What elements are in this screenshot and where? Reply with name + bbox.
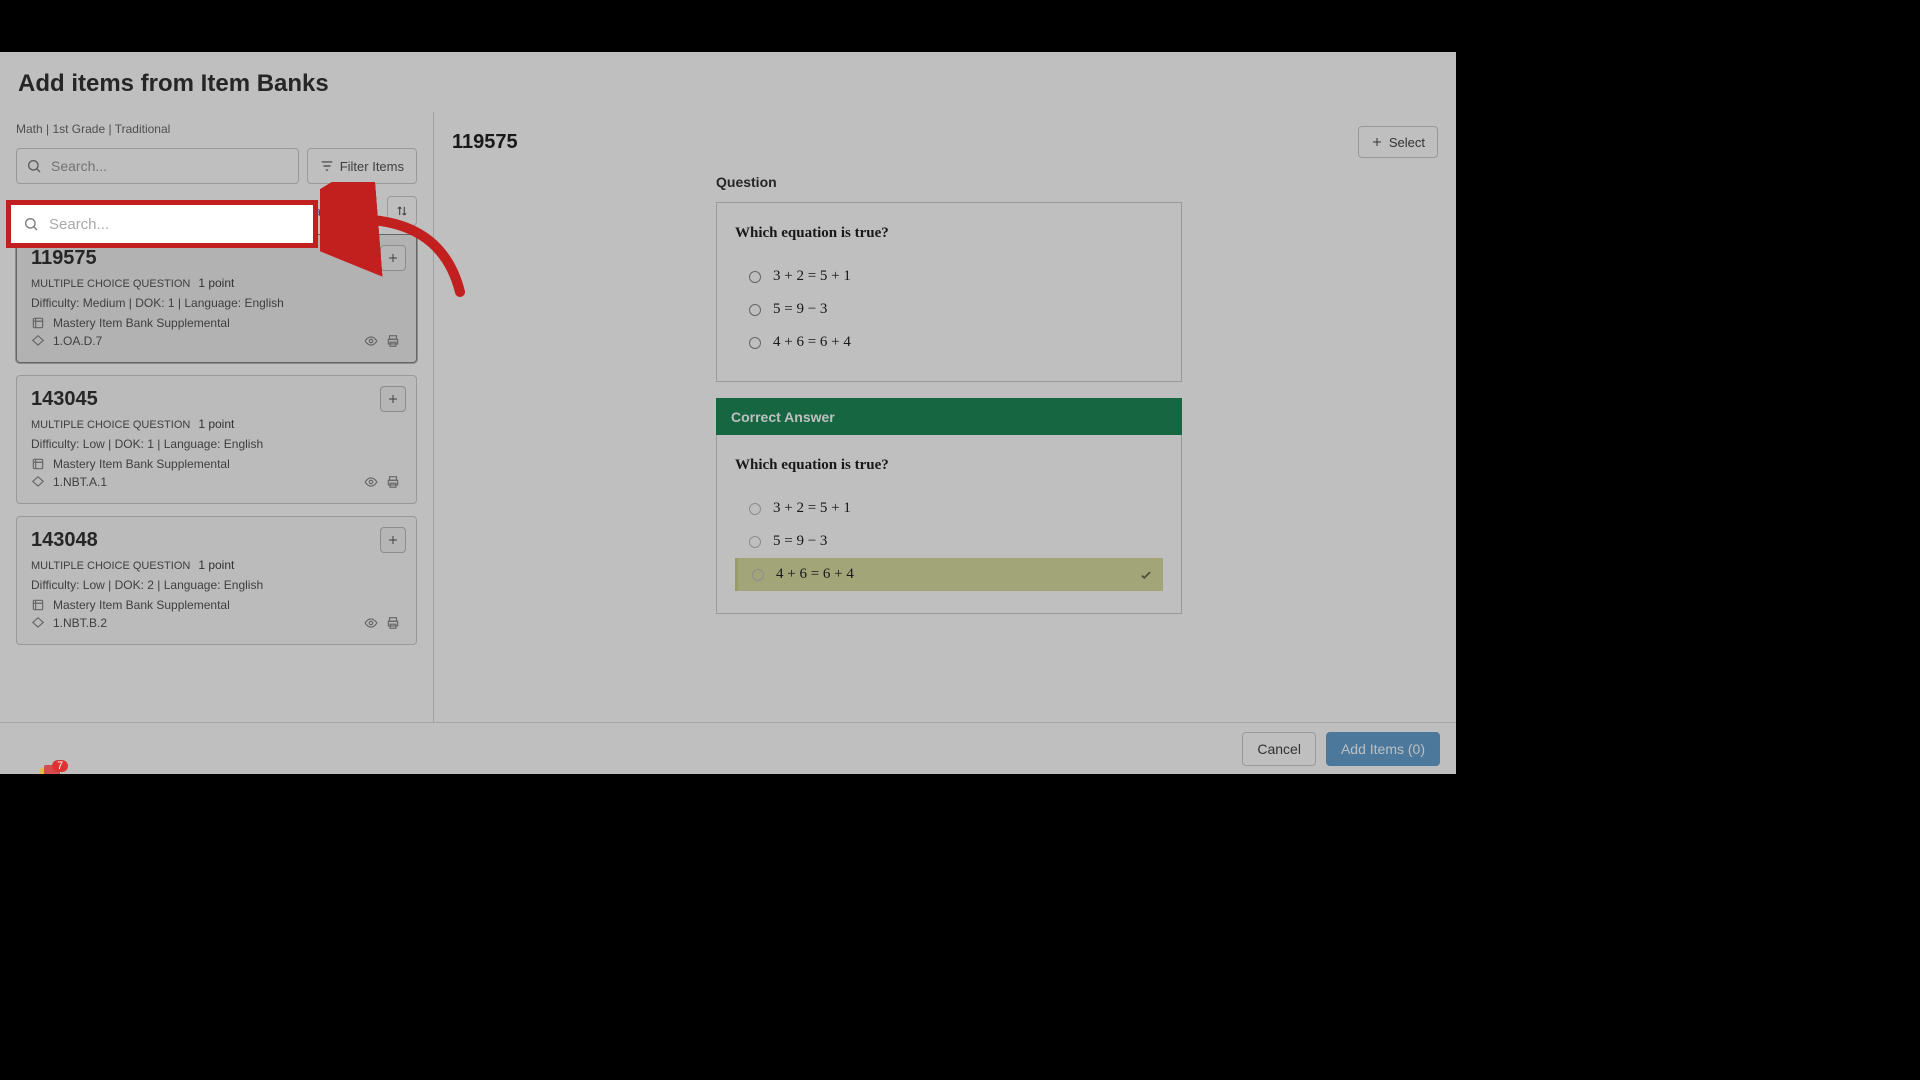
correct-answer-header: Correct Answer [716,398,1182,435]
radio-icon [749,503,761,515]
radio-icon [749,337,761,349]
clear-selection-button[interactable] [16,200,38,222]
question-option[interactable]: 4 + 6 = 6 + 4 [735,326,1163,359]
answer-option: 3 + 2 = 5 + 1 [735,492,1163,525]
option-text: 3 + 2 = 5 + 1 [773,500,851,517]
item-bank: Mastery Item Bank Supplemental [53,457,230,471]
add-items-button[interactable]: Add Items (0) [1326,732,1440,766]
chevron-down-icon [367,206,377,216]
answer-question-text: Which equation is true? [735,457,1163,474]
print-icon[interactable] [386,475,400,489]
question-text: Which equation is true? [735,225,1163,242]
search-icon [26,158,42,174]
item-id: 143045 [31,388,402,411]
option-text: 5 = 9 − 3 [773,533,827,550]
question-section-label: Question [716,174,1438,190]
item-meta: Difficulty: Medium | DOK: 1 | Language: … [31,296,402,310]
answer-option-correct: 4 + 6 = 6 + 4 [735,558,1163,591]
tag-icon [31,334,45,348]
item-points: 1 point [198,417,234,431]
add-item-button[interactable] [380,527,406,553]
question-option[interactable]: 5 = 9 − 3 [735,293,1163,326]
print-icon[interactable] [386,334,400,348]
plus-icon [387,534,399,546]
item-card[interactable]: 119575 MULTIPLE CHOICE QUESTION 1 point D… [16,234,417,363]
sort-button[interactable] [387,196,417,226]
item-standard: 1.OA.D.7 [53,334,102,348]
item-standard: 1.NBT.B.2 [53,616,107,630]
radio-icon [749,304,761,316]
radio-icon [749,271,761,283]
item-type: MULTIPLE CHOICE QUESTION [31,278,190,290]
tag-icon [31,475,45,489]
sort-icon [395,204,409,218]
preview-panel: 119575 Select Question Which equation is… [434,112,1456,774]
item-card[interactable]: 143048 MULTIPLE CHOICE QUESTION 1 point D… [16,516,417,645]
item-meta: Difficulty: Low | DOK: 2 | Language: Eng… [31,578,402,592]
option-text: 3 + 2 = 5 + 1 [773,268,851,285]
preview-icon[interactable] [364,475,378,489]
cancel-button[interactable]: Cancel [1242,732,1316,766]
radio-icon [752,569,764,581]
select-item-button[interactable]: Select [1358,126,1438,158]
select-item-label: Select [1389,135,1425,150]
filter-items-button[interactable]: Filter Items [307,148,417,184]
selected-count: 0 selected [46,212,154,224]
filter-icon [320,159,334,173]
plus-icon [1371,136,1383,148]
flag-icon [239,203,255,219]
item-bank: Mastery Item Bank Supplemental [53,316,230,330]
check-icon [1139,568,1153,582]
option-text: 4 + 6 = 6 + 4 [776,566,854,583]
select-randomly-button[interactable]: Select Randomly [265,204,377,219]
tag-icon [31,616,45,630]
radio-icon [749,536,761,548]
bank-icon [31,598,45,612]
question-option[interactable]: 3 + 2 = 5 + 1 [735,260,1163,293]
option-text: 4 + 6 = 6 + 4 [773,334,851,351]
question-box: Which equation is true? 3 + 2 = 5 + 1 5 =… [716,202,1182,382]
item-id: 119575 [31,247,402,270]
item-type: MULTIPLE CHOICE QUESTION [31,560,190,572]
left-panel: Math | 1st Grade | Traditional Filter It… [0,112,434,774]
plus-icon [387,252,399,264]
modal-footer: Cancel Add Items (0) [0,722,1456,774]
item-id: 143048 [31,529,402,552]
print-icon[interactable] [386,616,400,630]
select-randomly-label: Select Randomly [265,204,363,219]
option-text: 5 = 9 − 3 [773,301,827,318]
item-points: 1 point [198,276,234,290]
item-points: 1 point [198,558,234,572]
item-card[interactable]: 143045 MULTIPLE CHOICE QUESTION 1 point D… [16,375,417,504]
answer-option: 5 = 9 − 3 [735,525,1163,558]
bank-icon [31,316,45,330]
item-bank: Mastery Item Bank Supplemental [53,598,230,612]
main-content: Math | 1st Grade | Traditional Filter It… [0,112,1456,774]
search-input[interactable] [16,148,299,184]
close-icon [22,206,32,216]
item-meta: Difficulty: Low | DOK: 1 | Language: Eng… [31,437,402,451]
preview-item-id: 119575 [452,131,518,154]
add-item-button[interactable] [380,245,406,271]
preview-icon[interactable] [364,616,378,630]
item-standard: 1.NBT.A.1 [53,475,107,489]
item-type: MULTIPLE CHOICE QUESTION [31,419,190,431]
bank-icon [31,457,45,471]
add-item-button[interactable] [380,386,406,412]
filter-items-label: Filter Items [340,159,404,174]
preview-icon[interactable] [364,334,378,348]
plus-icon [387,393,399,405]
page-title: Add items from Item Banks [0,52,1456,108]
show-selected-label: Show Selected Only [46,198,154,212]
item-list: 119575 MULTIPLE CHOICE QUESTION 1 point D… [0,234,433,726]
answer-box: Which equation is true? 3 + 2 = 5 + 1 5 =… [716,435,1182,614]
breadcrumb: Math | 1st Grade | Traditional [0,112,433,140]
